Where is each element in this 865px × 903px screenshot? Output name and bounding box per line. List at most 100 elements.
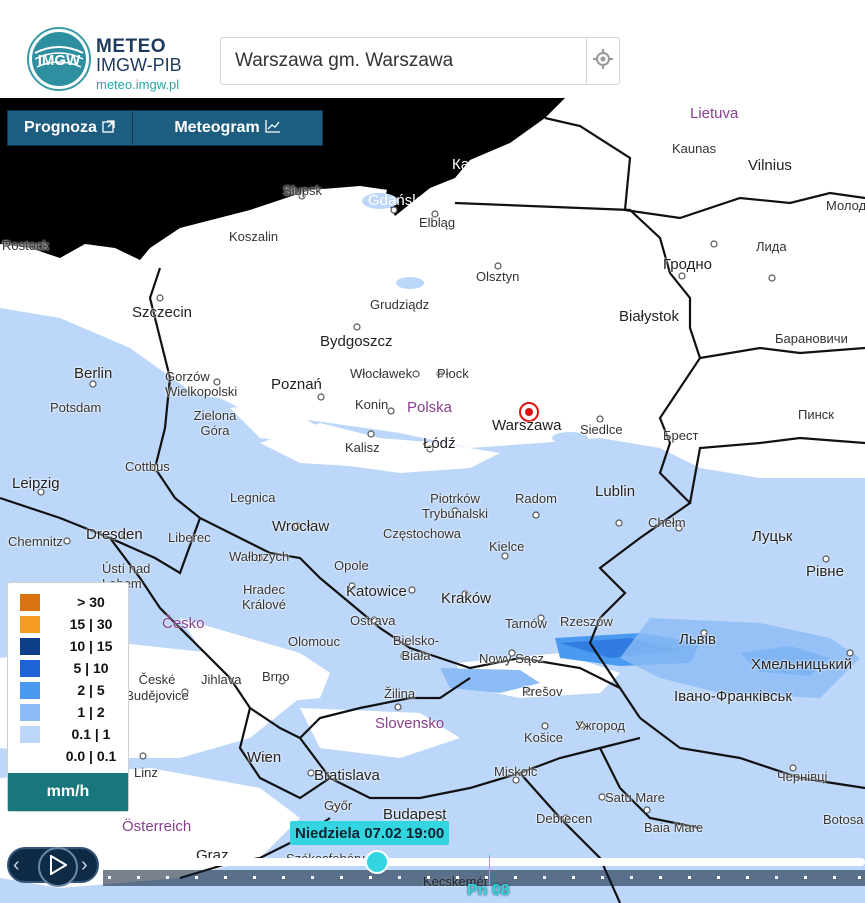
tab-prognoza[interactable]: Prognoza xyxy=(8,111,133,145)
city-label: Brno xyxy=(262,669,290,684)
city-label: Częstochowa xyxy=(383,526,462,541)
city-label: Linz xyxy=(134,765,158,780)
legend-swatch xyxy=(20,593,40,611)
city-label: Satu Mare xyxy=(605,790,665,805)
tab-meteogram[interactable]: Meteogram xyxy=(133,111,322,145)
next-day-label[interactable]: Pn 08 xyxy=(467,882,510,900)
city-label: Miskolc xyxy=(494,764,538,779)
country-label-lietuva: Lietuva xyxy=(690,105,739,122)
city-label: Chełm xyxy=(648,515,686,530)
legend-swatch xyxy=(20,703,40,721)
legend-unit-label[interactable]: mm/h xyxy=(8,773,128,811)
tab-prognoza-label: Prognoza xyxy=(24,119,97,136)
legend-label: 10 | 15 xyxy=(69,638,113,654)
city-label: Rostock xyxy=(2,238,49,253)
city-label: České Budějovice xyxy=(125,672,189,703)
search-box xyxy=(220,37,620,85)
city-label: Legnica xyxy=(230,490,276,505)
city-label: Opole xyxy=(334,558,369,573)
city-label: Chemnitz xyxy=(8,534,63,549)
legend-swatch xyxy=(20,637,40,655)
city-label: Warszawa xyxy=(492,417,562,434)
legend-row: 10 | 15 xyxy=(20,637,112,655)
city-label: Tarnów xyxy=(505,616,547,631)
current-time-label: Niedziela 07.02 19:00 xyxy=(290,821,450,845)
country-label-osterreich: Österreich xyxy=(122,818,192,835)
city-label: Piotrków Trybunalski xyxy=(422,491,488,521)
city-label: Płock xyxy=(437,366,469,381)
legend-row: 0.0 | 0.1 xyxy=(20,747,116,765)
chevron-right-icon[interactable]: › xyxy=(81,854,88,877)
legend-label: 0.1 | 1 xyxy=(71,726,111,742)
city-label: Bielsko-Biała xyxy=(392,633,440,663)
chevron-left-icon[interactable]: ‹ xyxy=(13,854,20,877)
legend-row: > 30 xyxy=(20,593,105,611)
legend-swatch xyxy=(20,615,40,633)
city-label: Лида xyxy=(756,239,787,254)
city-label: Białystok xyxy=(619,308,680,325)
header: IMGW METEO IMGW-PIB meteo.imgw.pl xyxy=(0,0,865,98)
city-label: Potsdam xyxy=(50,400,102,415)
city-label: Dresden xyxy=(86,526,143,543)
legend-row: 1 | 2 xyxy=(20,703,105,721)
city-label: Gdańsk xyxy=(368,192,420,209)
legend-label: > 30 xyxy=(77,594,105,610)
city-label: Gorzów Wielkopolski xyxy=(165,369,238,399)
city-label: Olsztyn xyxy=(476,269,520,284)
city-label: Ужгород xyxy=(575,718,625,733)
city-label: Szczecin xyxy=(132,304,193,321)
city-label: Radom xyxy=(515,491,557,506)
city-label: Berlin xyxy=(74,365,113,382)
city-label: Bratislava xyxy=(314,767,380,784)
city-label: Leipzig xyxy=(12,475,60,492)
city-label: Bydgoszcz xyxy=(320,333,393,350)
country-label-slovensko: Slovensko xyxy=(375,715,445,732)
precipitation-legend: > 30 15 | 30 10 | 15 5 | 10 2 | 5 1 | 2 … xyxy=(7,582,129,812)
country-label-polska: Polska xyxy=(407,399,453,416)
timeline-track[interactable] xyxy=(103,858,865,866)
legend-row: 15 | 30 xyxy=(20,615,112,633)
view-tabs: Prognoza Meteogram xyxy=(7,110,323,146)
legend-swatch xyxy=(20,659,40,677)
city-label: Kaunas xyxy=(672,141,717,156)
legend-row: 0.1 | 1 xyxy=(20,725,110,743)
city-label: Луцьк xyxy=(752,528,793,545)
logo-text: IMGW xyxy=(38,52,81,69)
timeline-thumb[interactable] xyxy=(365,850,389,874)
crosshair-icon xyxy=(593,48,613,74)
legend-row: 2 | 5 xyxy=(20,681,105,699)
city-label: Słupsk xyxy=(283,183,323,198)
legend-label: 1 | 2 xyxy=(77,704,105,720)
city-label: Молод xyxy=(826,198,865,213)
city-label: Grudziądz xyxy=(370,297,430,312)
chart-line-icon xyxy=(265,119,281,138)
city-label: Konin xyxy=(355,397,389,412)
legend-swatch xyxy=(20,681,40,699)
day-divider xyxy=(489,855,490,885)
location-search-input[interactable] xyxy=(235,48,575,74)
city-label: Kielce xyxy=(489,539,525,554)
city-label: Рівне xyxy=(806,563,844,580)
imgw-logo[interactable]: IMGW xyxy=(27,27,91,91)
play-button[interactable] xyxy=(38,847,78,887)
city-label: Liberec xyxy=(168,530,211,545)
legend-swatch xyxy=(20,725,40,743)
city-label: Jihlava xyxy=(201,672,242,687)
brand-url-link[interactable]: meteo.imgw.pl xyxy=(96,77,179,92)
city-label: Debrecen xyxy=(536,811,593,826)
city-label: Брест xyxy=(663,428,699,443)
city-label: Kalisz xyxy=(345,440,380,455)
city-label: Hradec Králové xyxy=(241,582,287,612)
city-label: Wrocław xyxy=(272,518,330,535)
legend-label: 15 | 30 xyxy=(69,616,113,632)
tab-meteogram-label: Meteogram xyxy=(174,119,260,136)
city-label: Prešov xyxy=(522,684,563,699)
city-label: Барановичи xyxy=(775,331,848,346)
city-label: Kraków xyxy=(441,590,492,607)
locate-button[interactable] xyxy=(586,38,619,84)
city-label: Baia Mare xyxy=(644,820,704,835)
city-label: Poznań xyxy=(271,376,322,393)
city-label: Чернівці xyxy=(777,769,828,784)
external-link-icon xyxy=(102,119,116,138)
forecast-map[interactable]: Lietuva Polska Česko Slovensko Österreic… xyxy=(0,98,865,903)
